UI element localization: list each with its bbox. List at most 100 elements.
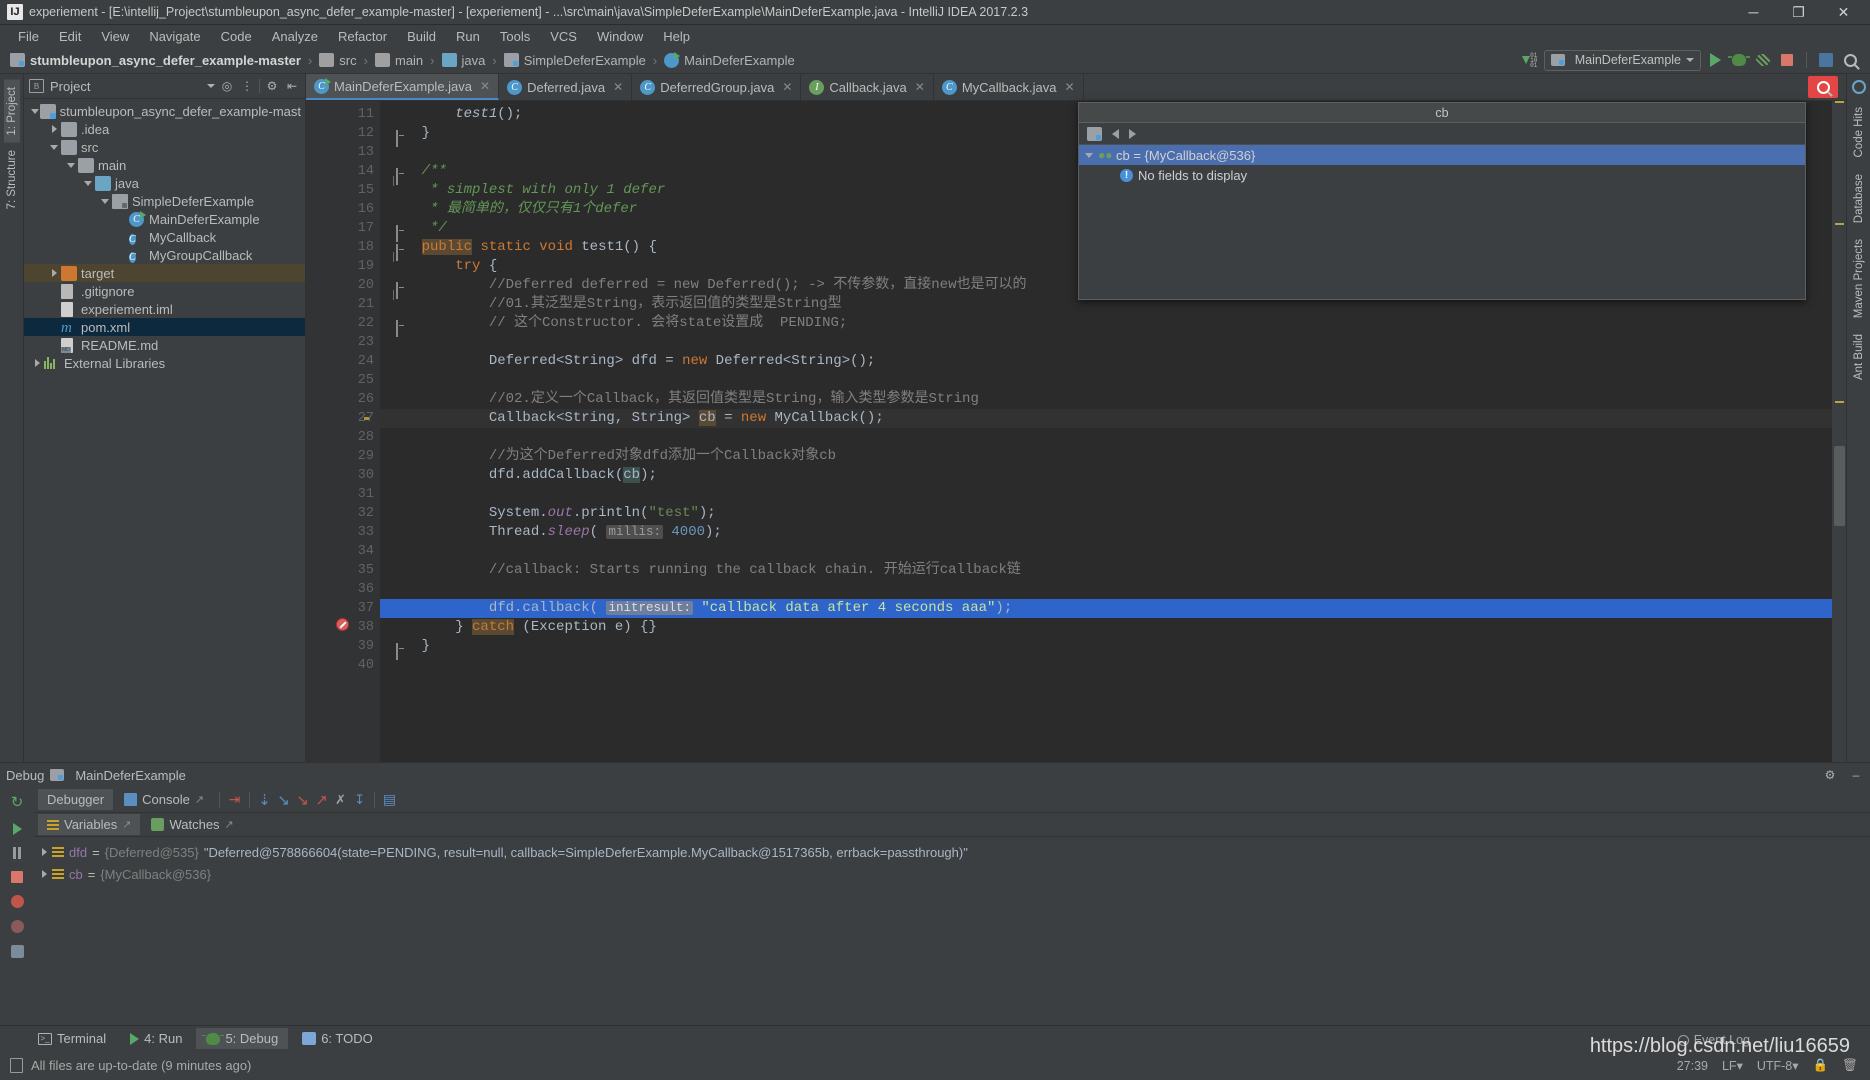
sidebar-item-ant[interactable]: Ant Build: [1851, 327, 1867, 387]
expand-arrow-icon[interactable]: [30, 359, 44, 367]
drop-frame-icon[interactable]: ✗: [332, 791, 349, 808]
layout-icon[interactable]: [1816, 50, 1836, 71]
pause-icon[interactable]: [13, 847, 21, 859]
breadcrumb-src[interactable]: src: [317, 53, 358, 68]
collapse-arrow-icon[interactable]: [30, 108, 40, 114]
expand-arrow-icon[interactable]: [47, 125, 61, 133]
locate-icon[interactable]: ◎: [219, 78, 235, 94]
code-line-30[interactable]: dfd.addCallback(cb);: [380, 466, 1832, 485]
mute-breakpoints-icon[interactable]: [10, 920, 24, 933]
breadcrumb-stumbleupon-async-defer-example-master[interactable]: stumbleupon_async_defer_example-master: [8, 53, 303, 68]
gutter-line-13[interactable]: 13: [306, 143, 380, 162]
resume-icon[interactable]: [12, 823, 22, 835]
compile-icon[interactable]: 01 10 01: [1520, 50, 1540, 71]
chevron-down-icon[interactable]: [207, 84, 215, 88]
search-everywhere-icon[interactable]: [1808, 76, 1838, 98]
sidebar-item-code-hits[interactable]: Code Hits: [1851, 100, 1867, 165]
encoding[interactable]: UTF-8▾: [1757, 1058, 1799, 1073]
gutter-line-19[interactable]: 19: [306, 257, 380, 276]
gutter-line-21[interactable]: 21: [306, 295, 380, 314]
gutter-line-23[interactable]: 23: [306, 333, 380, 352]
run-button[interactable]: [1705, 50, 1725, 71]
tree-item-experiement-iml[interactable]: experiement.iml: [24, 300, 305, 318]
collapse-arrow-icon[interactable]: [1085, 152, 1093, 158]
editor-tab-mycallback-java[interactable]: C MyCallback.java ✕: [934, 74, 1084, 100]
step-over-icon[interactable]: ⇣: [256, 791, 273, 809]
code-line-38[interactable]: } catch (Exception e) {}: [380, 618, 1832, 637]
tree-item-target[interactable]: target: [24, 264, 305, 282]
code-hits-icon[interactable]: [1851, 80, 1866, 94]
close-icon[interactable]: ✕: [613, 80, 623, 94]
collapse-arrow-icon[interactable]: [64, 162, 78, 168]
expand-arrow-icon[interactable]: [42, 848, 47, 856]
close-icon[interactable]: ✕: [480, 79, 490, 93]
gutter-line-30[interactable]: 30: [306, 466, 380, 485]
tree-item-main[interactable]: main: [24, 156, 305, 174]
popup-row[interactable]: ! No fields to display: [1079, 165, 1805, 185]
gutter-line-38[interactable]: 38: [306, 618, 380, 637]
tree-item-maindeferexample[interactable]: C MainDeferExample: [24, 210, 305, 228]
collapse-all-icon[interactable]: ⋮: [239, 78, 255, 94]
code-line-26[interactable]: //02.定义一个Callback，其返回值类型是String，输入类型参数是S…: [380, 390, 1832, 409]
forward-arrow-icon[interactable]: [1129, 128, 1136, 139]
menu-item-navigate[interactable]: Navigate: [139, 27, 210, 46]
gutter-line-35[interactable]: 35: [306, 561, 380, 580]
gutter-line-28[interactable]: 28: [306, 428, 380, 447]
breadcrumb-main[interactable]: main: [373, 53, 425, 68]
menu-item-code[interactable]: Code: [211, 27, 262, 46]
menu-item-build[interactable]: Build: [397, 27, 446, 46]
bottom-tab-4--run[interactable]: 4: Run: [120, 1028, 192, 1049]
popup-row[interactable]: ●● cb = {MyCallback@536}: [1079, 145, 1805, 165]
gutter-line-29[interactable]: 29: [306, 447, 380, 466]
tree-item-src[interactable]: src: [24, 138, 305, 156]
code-line-33[interactable]: Thread.sleep( millis: 4000);: [380, 523, 1832, 542]
sidebar-item-project[interactable]: 1: Project: [3, 80, 20, 143]
bottom-tab-6--todo[interactable]: 6: TODO: [292, 1028, 383, 1049]
code-line-22[interactable]: // 这个Constructor. 会将state设置成 PENDING;: [380, 314, 1832, 333]
run-to-cursor-icon[interactable]: ↧: [351, 791, 368, 808]
code-line-31[interactable]: [380, 485, 1832, 504]
code-line-25[interactable]: [380, 371, 1832, 390]
tree-item-mycallback[interactable]: C MyCallback: [24, 228, 305, 246]
menu-item-tools[interactable]: Tools: [490, 27, 540, 46]
intention-bulb-icon[interactable]: [362, 409, 373, 422]
gutter-line-40[interactable]: 40: [306, 656, 380, 675]
code-line-35[interactable]: //callback: Starts running the callback …: [380, 561, 1832, 580]
code-line-37[interactable]: dfd.callback( initresult: "callback data…: [380, 599, 1832, 618]
close-icon[interactable]: ✕: [1064, 80, 1074, 94]
menu-item-vcs[interactable]: VCS: [540, 27, 587, 46]
menu-item-help[interactable]: Help: [653, 27, 700, 46]
gear-icon[interactable]: ⚙: [264, 78, 280, 94]
editor-tab-deferred-java[interactable]: C Deferred.java ✕: [499, 74, 633, 100]
gutter-line-24[interactable]: 24: [306, 352, 380, 371]
debug-subtab-watches[interactable]: Watches ↗: [142, 814, 242, 835]
gutter-line-17[interactable]: 17: [306, 219, 398, 242]
gutter-line-32[interactable]: 32: [306, 504, 380, 523]
editor-tab-callback-java[interactable]: I Callback.java ✕: [801, 74, 934, 100]
gutter-line-31[interactable]: 31: [306, 485, 380, 504]
code-line-40[interactable]: [380, 656, 1832, 675]
code-line-39[interactable]: }: [380, 637, 1832, 656]
line-separator[interactable]: LF▾: [1722, 1058, 1743, 1073]
gutter-line-26[interactable]: 26: [306, 390, 380, 409]
gutter-line-36[interactable]: 36: [306, 580, 380, 599]
expand-arrow-icon[interactable]: [42, 870, 47, 878]
menu-item-refactor[interactable]: Refactor: [328, 27, 397, 46]
gutter-line-18[interactable]: 18: [306, 238, 398, 262]
hide-icon[interactable]: ⇤: [284, 78, 300, 94]
gear-icon[interactable]: ⚙: [1822, 767, 1838, 783]
debug-button[interactable]: [1728, 50, 1750, 71]
collapse-arrow-icon[interactable]: [81, 180, 95, 186]
menu-item-file[interactable]: File: [8, 27, 49, 46]
gutter-line-39[interactable]: 39: [306, 637, 398, 660]
step-into-icon[interactable]: ↘: [275, 791, 292, 809]
gutter-line-34[interactable]: 34: [306, 542, 380, 561]
set-value-icon[interactable]: [1087, 126, 1102, 141]
tree-item--idea[interactable]: .idea: [24, 120, 305, 138]
collapse-arrow-icon[interactable]: [47, 144, 61, 150]
show-execution-point-icon[interactable]: ⇥: [226, 791, 243, 808]
gutter-line-33[interactable]: 33: [306, 523, 380, 542]
tree-item-java[interactable]: java: [24, 174, 305, 192]
gutter-line-16[interactable]: 16: [306, 200, 380, 219]
code-line-28[interactable]: [380, 428, 1832, 447]
